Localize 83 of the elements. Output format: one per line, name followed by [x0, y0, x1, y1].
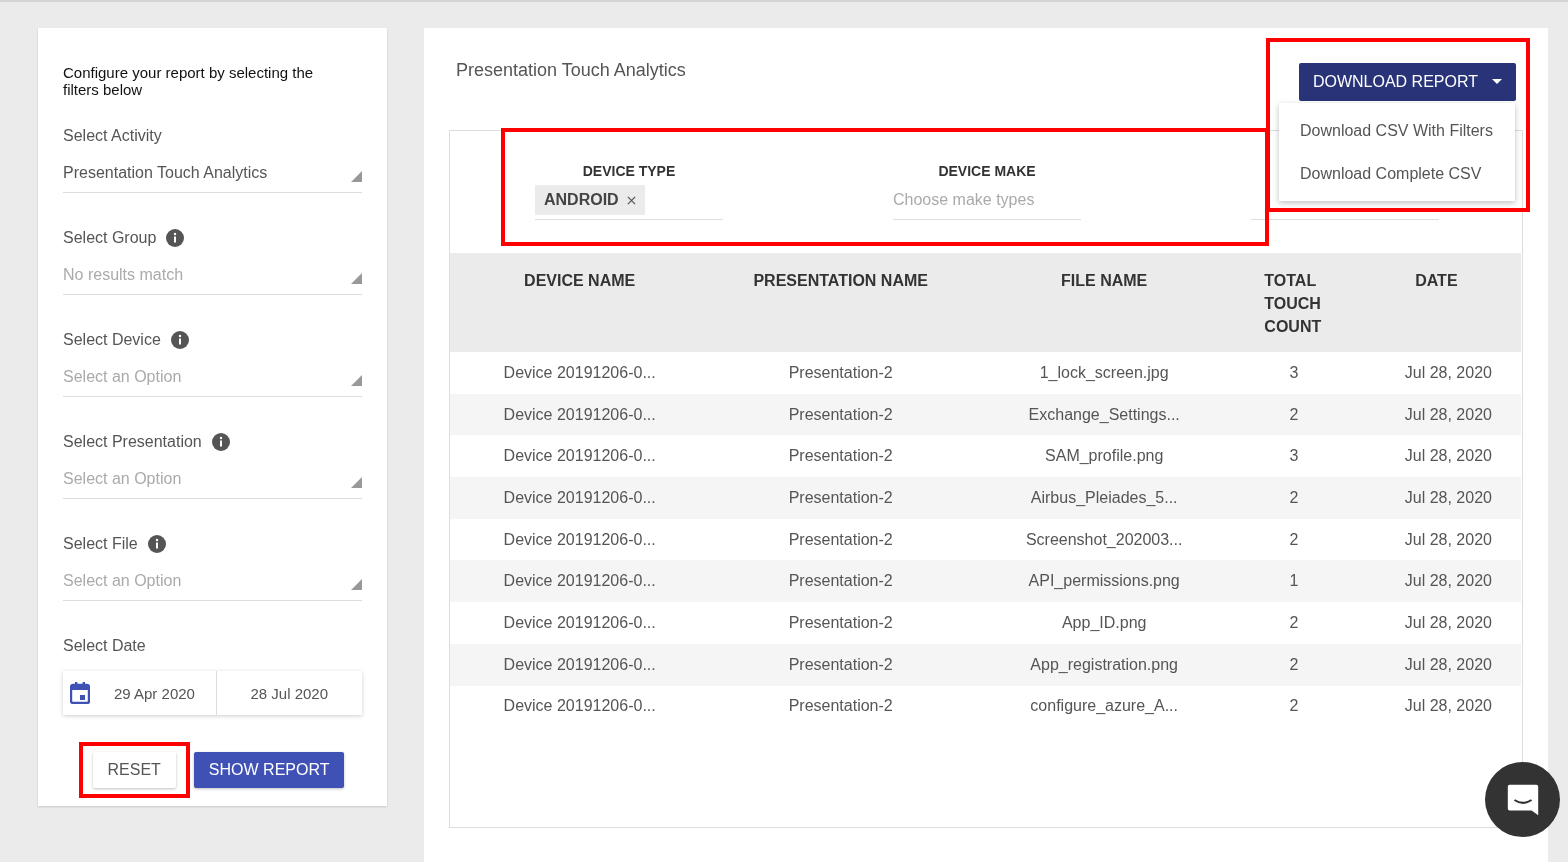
table-cell: 2	[1289, 655, 1299, 673]
column-header[interactable]: FILE NAME	[973, 269, 1236, 292]
filter-chip[interactable]: ANDROID	[535, 185, 645, 215]
table-cell: 3	[1289, 447, 1299, 465]
table-cell: 2	[1289, 405, 1299, 423]
show-report-button[interactable]: SHOW REPORT	[193, 752, 345, 788]
multiselect-field[interactable]: ANDROID	[535, 181, 723, 220]
table-cell: Presentation-2	[788, 530, 893, 548]
filter-label: Select File	[63, 535, 138, 553]
table-cell: Jul 28, 2020	[1404, 572, 1492, 590]
table-cell: Device 20191206-0...	[503, 697, 656, 715]
column-header[interactable]: DEVICE NAME	[451, 269, 709, 292]
end-date: 28 Jul 2020	[250, 684, 329, 702]
table-cell: Device 20191206-0...	[503, 447, 656, 465]
filter-label: Select Presentation	[63, 433, 202, 451]
intro-text: Configure your report by selecting the filters below	[63, 64, 315, 98]
info-icon[interactable]	[170, 331, 189, 349]
start-date: 29 Apr 2020	[114, 684, 195, 702]
table-cell: Jul 28, 2020	[1404, 488, 1492, 506]
reset-button[interactable]: RESET	[92, 752, 176, 788]
table-cell: Device 20191206-0...	[503, 488, 656, 506]
close-icon[interactable]	[626, 195, 636, 205]
table-cell: 1_lock_screen.jpg	[1039, 363, 1169, 381]
info-icon[interactable]	[211, 433, 230, 451]
table-cell: Presentation-2	[788, 613, 893, 631]
table-cell: App_registration.png	[1030, 655, 1178, 673]
table-cell: 3	[1289, 363, 1299, 381]
table-cell: Presentation-2	[788, 655, 893, 673]
table-cell: Device 20191206-0...	[503, 363, 656, 381]
table-cell: API_permissions.png	[1028, 572, 1180, 590]
filter-label: DEVICE MAKE	[938, 163, 1036, 179]
dropdown-icon	[351, 578, 362, 590]
dropdown-icon	[351, 170, 362, 182]
table-cell: Device 20191206-0...	[503, 613, 656, 631]
table-cell: 1	[1289, 572, 1299, 590]
table-cell: Presentation-2	[788, 405, 893, 423]
table-cell: 2	[1289, 613, 1299, 631]
table-cell: Device 20191206-0...	[503, 530, 656, 548]
dropdown-icon	[351, 272, 362, 284]
table-cell: Jul 28, 2020	[1404, 697, 1492, 715]
table-cell: Presentation-2	[788, 697, 893, 715]
table-cell: Presentation-2	[788, 363, 893, 381]
table-cell: Jul 28, 2020	[1404, 363, 1492, 381]
filter-label: Select Group	[63, 229, 157, 247]
table-cell: Presentation-2	[788, 488, 893, 506]
menu-item[interactable]: Download CSV With Filters	[1279, 109, 1515, 152]
info-icon[interactable]	[166, 229, 185, 247]
table-cell: Exchange_Settings...	[1028, 405, 1180, 423]
column-header[interactable]: DATE	[1352, 269, 1520, 292]
table-cell: Presentation-2	[788, 572, 893, 590]
table-cell: Jul 28, 2020	[1404, 530, 1492, 548]
caret-icon	[1492, 79, 1502, 85]
filter-label: DEVICE TYPE	[582, 163, 676, 179]
date-range-field[interactable]: 29 Apr 2020 28 Jul 2020	[63, 671, 362, 715]
dropdown-icon	[351, 374, 362, 386]
table-cell: 2	[1289, 530, 1299, 548]
table-cell: 2	[1289, 488, 1299, 506]
info-icon[interactable]	[147, 535, 166, 553]
table-cell: Jul 28, 2020	[1404, 447, 1492, 465]
download-report-button[interactable]: DOWNLOAD REPORT	[1298, 63, 1516, 101]
calendar-icon	[70, 682, 90, 704]
filter-label: Select Activity	[63, 127, 162, 145]
filter-label: Select Device	[63, 331, 161, 349]
table-cell: Screenshot_202003...	[1025, 530, 1183, 548]
report-title: Presentation Touch Analytics	[455, 59, 686, 82]
filter-label: Select Date	[63, 637, 146, 655]
table-cell: Jul 28, 2020	[1404, 613, 1492, 631]
table-cell: Device 20191206-0...	[503, 405, 656, 423]
table-cell: 2	[1289, 697, 1299, 715]
table-cell: Device 20191206-0...	[503, 572, 656, 590]
column-header[interactable]: TOTAL TOUCH COUNT	[1264, 269, 1351, 338]
table-cell: SAM_profile.png	[1045, 447, 1164, 465]
table-cell: Device 20191206-0...	[503, 655, 656, 673]
table-cell: Jul 28, 2020	[1404, 655, 1492, 673]
menu-item[interactable]: Download Complete CSV	[1279, 152, 1515, 195]
select-field[interactable]: Presentation Touch Analytics	[63, 164, 362, 193]
table-cell: App_ID.png	[1061, 613, 1147, 631]
column-header[interactable]: PRESENTATION NAME	[710, 269, 972, 292]
table-cell: configure_azure_A...	[1030, 697, 1178, 715]
table-cell: Presentation-2	[788, 447, 893, 465]
table-cell: Airbus_Pleiades_5...	[1030, 488, 1178, 506]
table-cell: Jul 28, 2020	[1404, 405, 1492, 423]
dropdown-icon	[351, 476, 362, 488]
